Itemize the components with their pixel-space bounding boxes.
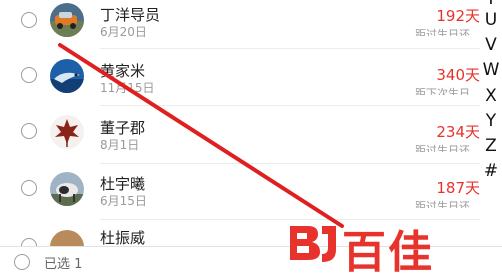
days-remaining: 192天 [436,7,480,25]
days-remaining: 234天 [436,123,480,141]
list-item[interactable]: 丁洋导员 6月20日 192天 距过生日还 [0,0,480,49]
avatar [50,115,84,149]
select-all-radio[interactable] [14,254,30,270]
contact-name: 黄家米 [100,62,146,80]
index-letter[interactable]: T [480,0,502,9]
brand-watermark: 百佳 [286,222,496,278]
index-letter[interactable]: X [480,86,502,106]
days-caption: 距过生日还 [415,200,470,208]
selected-count-label: 已选 1 [44,257,83,272]
birthday-date: 11月15日 [100,81,155,95]
days-caption: 距过生日还 [415,144,470,152]
days-caption: 距过生日还 [415,28,470,36]
contact-name: 丁洋导员 [100,6,161,24]
avatar [50,59,84,93]
birthday-date: 6月20日 [100,25,147,39]
index-letter[interactable]: # [480,161,502,181]
contact-name: 董子郡 [100,119,146,137]
birthday-date: 8月1日 [100,138,140,152]
index-letter[interactable]: U [480,10,502,30]
days-caption: 距下次生日 [415,87,470,95]
select-radio[interactable] [21,67,37,83]
select-radio[interactable] [21,123,37,139]
list-item[interactable]: 杜宇曦 6月15日 187天 距过生日还 [0,163,480,221]
avatar [50,3,84,37]
contact-name: 杜振威 [100,229,146,246]
select-radio[interactable] [21,180,37,196]
list-item[interactable]: 黄家米 11月15日 340天 距下次生日 [0,48,480,106]
index-letter[interactable]: Y [480,111,502,131]
list-item[interactable]: 董子郡 8月1日 234天 距过生日还 [0,105,480,164]
index-letter[interactable]: W [480,60,502,80]
index-letter[interactable]: V [480,35,502,55]
birthday-date: 6月15日 [100,194,147,208]
contact-list: 丁洋导员 6月20日 192天 距过生日还 黄家米 11月15日 340天 距下… [0,0,480,246]
days-remaining: 187天 [436,179,480,197]
brand-logo-icon [290,226,336,262]
select-radio[interactable] [21,12,37,28]
alphabet-index-bar[interactable]: T U V W X Y Z # [480,0,502,246]
avatar [50,172,84,206]
contact-name: 杜宇曦 [100,175,146,193]
days-remaining: 340天 [436,66,480,84]
brand-name: 百佳 [342,227,434,278]
avatar [50,230,84,246]
index-letter[interactable]: Z [480,136,502,156]
select-radio[interactable] [21,238,37,246]
